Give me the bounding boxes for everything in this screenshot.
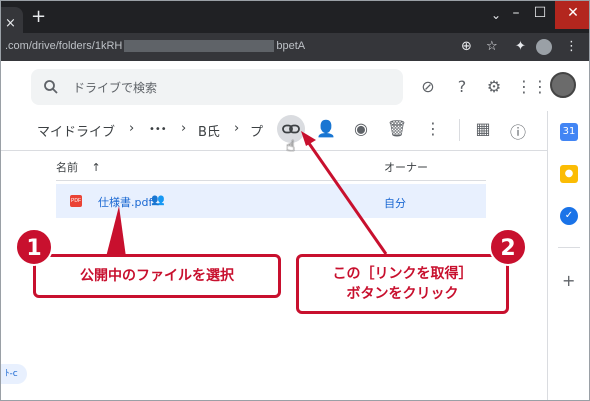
step-badge-2: 2 (489, 228, 527, 266)
shared-people-icon: 👥 (151, 193, 165, 206)
callout-select-file: 公開中のファイルを選択 (33, 254, 281, 298)
install-app-icon[interactable]: ⊕ (461, 39, 472, 54)
tab-search-icon[interactable]: ⌄ (491, 8, 501, 22)
offline-status-icon[interactable]: ⊘ (417, 77, 439, 96)
column-name-label: 名前 (56, 161, 78, 174)
toolbar-divider (459, 119, 460, 141)
pdf-file-icon: PDF (70, 195, 82, 207)
header-divider (56, 180, 486, 181)
drive-toolbar: マイドライブ › ••• › B氏 › プ ☝ 👤 ◉ 🗑 ⋮ ▦ ⓘ (1, 111, 547, 155)
help-icon[interactable]: ? (451, 77, 473, 96)
settings-gear-icon[interactable]: ⚙ (483, 77, 505, 96)
drive-header: ドライブで検索 ⊘ ? ⚙ ⋮⋮ (1, 61, 589, 111)
url-suffix: bpetA (276, 40, 306, 52)
address-bar[interactable]: .com/drive/folders/1kRH bpetA ⊕ ☆ ✦ ⋮ (1, 33, 589, 61)
calendar-icon[interactable]: 31 (560, 123, 578, 141)
file-row-selected[interactable]: PDF 仕様書.pdf 👥 自分 (56, 184, 486, 218)
breadcrumb-chevron-icon: › (129, 121, 135, 136)
url-field[interactable]: .com/drive/folders/1kRH bpetA (5, 40, 306, 53)
file-name: 仕様書.pdf (98, 196, 153, 209)
column-header-owner[interactable]: オーナー (384, 159, 428, 175)
url-prefix: .com/drive/folders/1kRH (5, 40, 123, 52)
sort-arrow-icon[interactable]: ↑ (92, 161, 101, 174)
maximize-button[interactable]: ☐ (525, 5, 555, 21)
apps-grid-icon[interactable]: ⋮⋮ (516, 77, 548, 96)
step-badge-1: 1 (15, 228, 53, 266)
breadcrumb-chevron-icon: › (181, 121, 187, 136)
search-box[interactable]: ドライブで検索 (31, 69, 403, 105)
account-avatar[interactable] (550, 72, 576, 98)
breadcrumb-more[interactable]: ••• (149, 124, 167, 135)
mouse-cursor-icon: ☝ (286, 137, 296, 155)
breadcrumb-chevron-icon: › (234, 121, 240, 136)
tab-close-icon[interactable]: × (5, 16, 16, 31)
breadcrumb-folder-current[interactable]: プ (250, 121, 263, 140)
browser-tab[interactable]: × (1, 7, 23, 33)
search-input[interactable]: ドライブで検索 (73, 79, 157, 96)
bottom-chip[interactable]: ﾄ-c (1, 364, 27, 384)
share-add-person-icon[interactable]: 👤 (314, 119, 338, 138)
url-redaction (124, 40, 275, 53)
extensions-icon[interactable]: ✦ (515, 39, 526, 54)
new-tab-button[interactable]: + (31, 6, 46, 27)
browser-window: × + ⌄ – ☐ ✕ .com/drive/folders/1kRH bpetA… (0, 0, 590, 401)
callout2-line2: ボタンをクリック (346, 286, 459, 302)
search-icon (44, 80, 58, 94)
title-bar: × + ⌄ – ☐ ✕ (1, 1, 589, 33)
breadcrumb-my-drive[interactable]: マイドライブ (37, 121, 115, 140)
preview-eye-icon[interactable]: ◉ (349, 119, 373, 138)
side-panel-divider (558, 247, 580, 248)
tasks-icon[interactable]: ✓ (560, 207, 578, 225)
file-owner: 自分 (384, 197, 406, 210)
bookmark-star-icon[interactable]: ☆ (486, 39, 498, 54)
callout2-line1: この［リンクを取得］ (332, 266, 473, 282)
keep-icon[interactable]: ● (560, 165, 578, 183)
details-info-icon[interactable]: ⓘ (506, 119, 530, 143)
delete-trash-icon[interactable]: 🗑 (385, 119, 409, 138)
browser-menu-icon[interactable]: ⋮ (565, 39, 578, 54)
close-window-button[interactable]: ✕ (555, 1, 589, 29)
profile-avatar-icon[interactable] (536, 39, 552, 55)
side-panel: 31 ● ✓ + (547, 111, 589, 400)
add-addon-icon[interactable]: + (562, 271, 575, 290)
breadcrumb-folder-b[interactable]: B氏 (198, 121, 220, 140)
callout-click-get-link: この［リンクを取得］ ボタンをクリック (296, 254, 509, 314)
more-actions-icon[interactable]: ⋮ (421, 119, 445, 138)
column-header-name[interactable]: 名前 ↑ (56, 159, 101, 175)
grid-view-icon[interactable]: ▦ (471, 119, 495, 138)
